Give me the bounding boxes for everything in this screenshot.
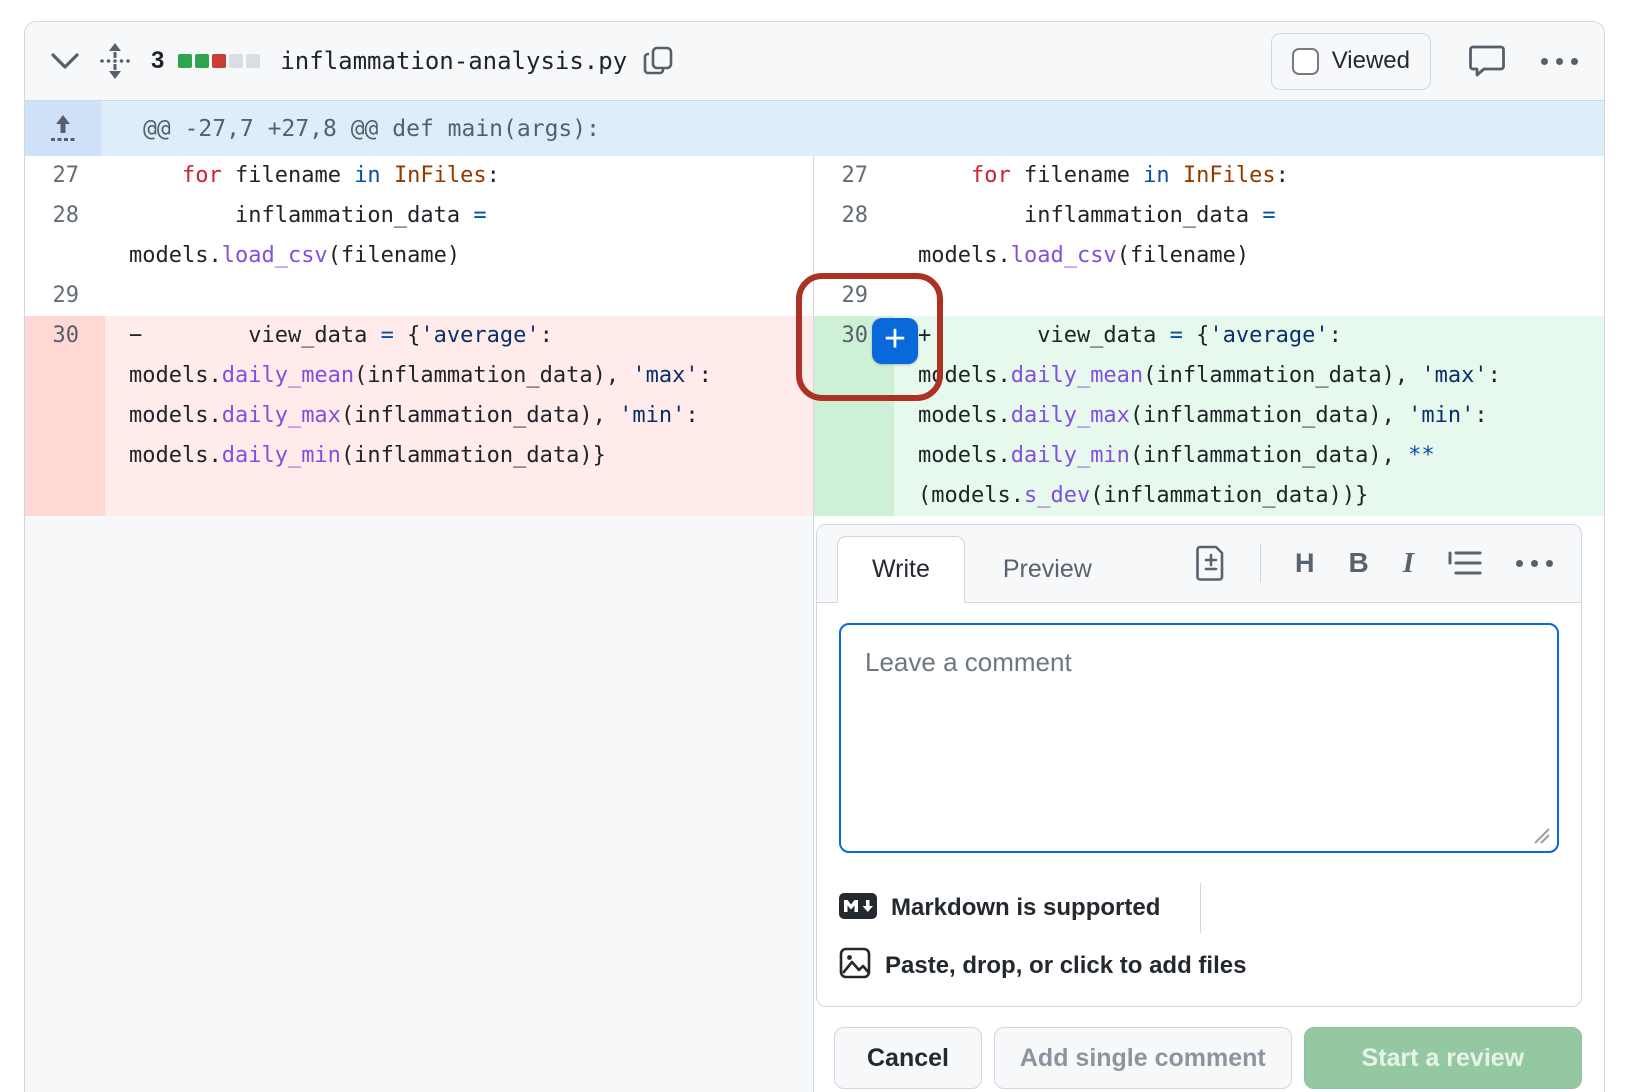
line-number-left-29[interactable]: 29 (25, 276, 105, 316)
image-attachment-icon (839, 947, 871, 984)
tab-preview[interactable]: Preview (965, 537, 1130, 602)
diffstat-block-added (195, 54, 209, 68)
add-single-comment-button[interactable]: Add single comment (994, 1027, 1292, 1089)
comment-card: Write Preview H B (816, 524, 1582, 1007)
code-content: − view_data = {'average': models.daily_m… (105, 316, 813, 516)
diff-line-right-28: 28 inflammation_data = models.load_csv(f… (814, 196, 1604, 276)
comment-bubble-icon[interactable] (1469, 44, 1505, 78)
diff-line-right-29: 29 (814, 276, 1604, 316)
hunk-header-row: @@ -27,7 +27,8 @@ def main(args): (25, 101, 1604, 156)
comment-textarea[interactable] (839, 623, 1559, 853)
diff-pane-new: 27 for filename in InFiles:28 inflammati… (813, 156, 1604, 1092)
code-content (894, 276, 1604, 316)
line-number-right-27[interactable]: 27 (814, 156, 894, 196)
comment-card-footer: Markdown is supported Pa (817, 867, 1581, 1006)
diffstat-block-neutral (246, 54, 260, 68)
quote-list-icon[interactable] (1448, 550, 1482, 576)
viewed-checkbox[interactable] (1292, 48, 1319, 75)
line-number-left-27[interactable]: 27 (25, 156, 105, 196)
heading-icon[interactable]: H (1295, 548, 1315, 579)
diff-line-left-28: 28 inflammation_data = models.load_csv(f… (25, 196, 813, 276)
inline-comment-area: Write Preview H B (814, 516, 1604, 1089)
diff-line-left-27: 27 for filename in InFiles: (25, 156, 813, 196)
markdown-toolbar: H B I (1196, 524, 1553, 602)
hunk-header-text: @@ -27,7 +27,8 @@ def main(args): (101, 101, 1604, 156)
file-options-kebab-icon[interactable] (1541, 58, 1578, 65)
comment-actions: Cancel Add single comment Start a review (834, 1027, 1582, 1089)
markdown-supported-link[interactable]: Markdown is supported (891, 894, 1160, 922)
comment-tabnav: Write Preview H B (817, 525, 1581, 603)
code-content: for filename in InFiles: (894, 156, 1604, 196)
slash-commands-file-diff-icon[interactable] (1196, 545, 1226, 581)
diffstat-block-deleted (212, 54, 226, 68)
line-number-left-28[interactable]: 28 (25, 196, 105, 276)
diffstat-blocks (178, 54, 260, 68)
footer-divider (1200, 883, 1201, 933)
split-diff: 27 for filename in InFiles:28 inflammati… (25, 156, 1604, 1092)
file-name[interactable]: inflammation-analysis.py (280, 47, 627, 75)
expand-hunk-up-icon[interactable] (25, 101, 101, 156)
code-content: inflammation_data = models.load_csv(file… (894, 196, 1604, 276)
viewed-button[interactable]: Viewed (1271, 33, 1431, 90)
file-diff-widget: 3 inflammation-analysis.py Viewed (24, 21, 1605, 1092)
diff-line-left-29: 29 (25, 276, 813, 316)
viewed-label: Viewed (1332, 47, 1410, 75)
bold-icon[interactable]: B (1348, 547, 1368, 579)
code-content: for filename in InFiles: (105, 156, 813, 196)
old-pane-filler (25, 516, 813, 1092)
italic-icon[interactable]: I (1403, 547, 1414, 580)
line-number-right-29[interactable]: 29 (814, 276, 894, 316)
markdown-icon (839, 893, 877, 924)
diff-line-right-27: 27 for filename in InFiles: (814, 156, 1604, 196)
line-number-right-28[interactable]: 28 (814, 196, 894, 276)
file-header: 3 inflammation-analysis.py Viewed (25, 22, 1604, 101)
diff-pane-old: 27 for filename in InFiles:28 inflammati… (25, 156, 813, 1092)
tab-write[interactable]: Write (837, 536, 965, 603)
diffstat-block-added (178, 54, 192, 68)
drag-move-icon[interactable] (99, 41, 131, 81)
diff-line-right-30: 30+ view_data = {'average': models.daily… (814, 316, 1604, 516)
line-number-left-30[interactable]: 30 (25, 316, 105, 516)
code-content: + view_data = {'average': models.daily_m… (894, 316, 1604, 516)
copy-file-path-icon[interactable] (643, 45, 675, 77)
collapse-file-chevron-down-icon[interactable] (51, 52, 79, 70)
toolbar-ellipsis-icon[interactable] (1516, 560, 1553, 567)
toolbar-divider (1260, 544, 1261, 582)
start-review-button[interactable]: Start a review (1304, 1027, 1582, 1089)
changes-count: 3 (151, 47, 164, 75)
add-line-comment-plus-button[interactable]: + (872, 318, 918, 364)
cancel-button[interactable]: Cancel (834, 1027, 982, 1089)
code-content: inflammation_data = models.load_csv(file… (105, 196, 813, 276)
comment-card-body (817, 603, 1581, 867)
paste-drop-click-label[interactable]: Paste, drop, or click to add files (885, 952, 1246, 980)
diff-line-left-30: 30− view_data = {'average': models.daily… (25, 316, 813, 516)
code-content (105, 276, 813, 316)
diffstat-block-neutral (229, 54, 243, 68)
